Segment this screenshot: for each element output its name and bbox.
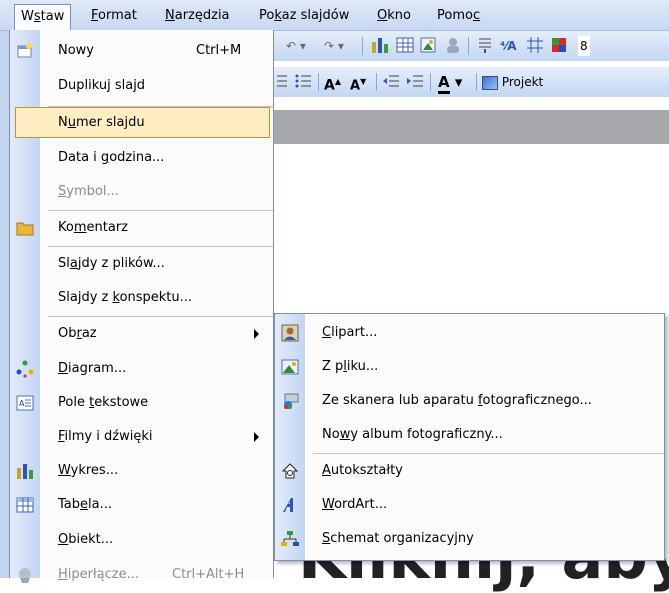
- menu-item-diagram[interactable]: Diagram...: [10, 352, 273, 386]
- submenu-item-schemat-organizacyjny[interactable]: Schemat organizacyjny: [275, 522, 664, 556]
- zoom-box[interactable]: 8: [578, 36, 590, 56]
- grid-icon[interactable]: [526, 36, 544, 56]
- menu-item-filmy-i-dzwieki[interactable]: Filmy i dźwięki: [10, 420, 273, 454]
- submenu-item-wordart[interactable]: WordArt...: [275, 488, 664, 522]
- font-color-icon[interactable]: A ▾: [438, 72, 462, 94]
- org-chart-icon: [281, 530, 299, 548]
- menu-item-data-i-godzina[interactable]: Data i godzina...: [10, 141, 273, 175]
- menu-item-duplikuj-slajd[interactable]: Duplikuj slajd: [10, 69, 273, 103]
- menu-pomoc[interactable]: Pomoc: [431, 6, 486, 26]
- color-grayscale-icon[interactable]: [550, 36, 568, 56]
- submenu-arrow-icon: [254, 432, 259, 442]
- menu-item-symbol: Symbol...: [58, 184, 119, 199]
- decrease-font-icon[interactable]: A▼: [350, 72, 366, 93]
- show-formatting-icon[interactable]: ⁴⁄A: [500, 36, 517, 56]
- expand-icon[interactable]: [476, 36, 494, 56]
- comment-icon: [16, 219, 34, 237]
- menu-item-obiekt[interactable]: Obiekt...: [10, 523, 273, 557]
- formatting-toolbar: A▲ A▼ A ▾ Projekt: [258, 67, 669, 97]
- menu-item-wykres[interactable]: Wykres...: [10, 454, 273, 488]
- scanner-icon: [281, 392, 299, 410]
- people-icon[interactable]: [444, 36, 462, 56]
- menu-item-obraz[interactable]: Obraz: [10, 317, 273, 351]
- submenu-item-nowy-album[interactable]: Nowy album fotograficzny...: [275, 418, 664, 452]
- autoshapes-icon: [281, 462, 299, 480]
- bullets-icon[interactable]: [294, 72, 312, 92]
- picture-from-file-icon: [281, 358, 299, 376]
- menu-item-nowy-slajd[interactable]: Nowy Ctrl+M: [10, 34, 273, 68]
- increase-font-icon[interactable]: A▲: [324, 72, 341, 94]
- new-slide-icon: [16, 42, 34, 60]
- menu-pokaz-slajdow[interactable]: Pokaz slajdów: [253, 6, 355, 26]
- table-icon: [16, 496, 34, 514]
- menu-item-pole-tekstowe[interactable]: A Pole tekstowe: [10, 386, 273, 420]
- menu-wstaw[interactable]: Wstaw: [14, 4, 72, 31]
- decrease-indent-icon[interactable]: [382, 72, 400, 92]
- menu-item-komentarz[interactable]: Komentarz: [10, 211, 273, 245]
- obraz-submenu: Clipart... Z pliku... Ze skanera lub apa…: [274, 313, 665, 561]
- menu-okno[interactable]: Okno: [371, 6, 417, 26]
- document-band: [258, 110, 669, 144]
- clipart-icon: [281, 324, 299, 342]
- wstaw-dropdown-menu: Nowy Ctrl+M Duplikuj slajd Numer slajdu …: [9, 30, 274, 583]
- menu-format[interactable]: Format: [85, 6, 143, 26]
- increase-indent-icon[interactable]: [406, 72, 424, 92]
- submenu-item-z-pliku[interactable]: Z pliku...: [275, 350, 664, 384]
- menu-narzedzia[interactable]: Narzędzia: [159, 6, 236, 26]
- hyperlink-icon: [16, 566, 34, 584]
- insert-table-icon[interactable]: [396, 36, 414, 56]
- submenu-item-ze-skanera[interactable]: Ze skanera lub aparatu fotograficznego..…: [275, 384, 664, 418]
- menu-item-slajdy-z-plikow[interactable]: Slajdy z plików...: [10, 247, 273, 281]
- menu-item-slajdy-z-konspektu[interactable]: Slajdy z konspektu...: [10, 281, 273, 315]
- svg-text:A: A: [19, 399, 25, 408]
- diagram-icon: [16, 360, 34, 378]
- text-box-icon: A: [16, 394, 34, 412]
- submenu-item-clipart[interactable]: Clipart...: [275, 316, 664, 350]
- chart-icon: [16, 462, 34, 480]
- insert-chart-icon[interactable]: [370, 36, 390, 56]
- redo-icon[interactable]: ↷ ▾: [324, 36, 344, 56]
- standard-toolbar: ↶ ▾ ↷ ▾ ⁴⁄A 8: [258, 31, 669, 61]
- submenu-arrow-icon: [254, 329, 259, 339]
- design-icon: [482, 75, 498, 90]
- insert-picture-icon[interactable]: [420, 36, 438, 56]
- design-button[interactable]: Projekt: [482, 72, 543, 92]
- menu-bar: Wstaw Format Narzędzia Pokaz slajdów Okn…: [0, 0, 669, 31]
- wordart-icon: [281, 496, 299, 514]
- menu-item-hiperlacze: Hiperłącze... Ctrl+Alt+H: [10, 558, 273, 592]
- submenu-item-autoksztalty[interactable]: Autokształty: [275, 454, 664, 488]
- undo-icon[interactable]: ↶ ▾: [286, 36, 306, 56]
- menu-item-numer-slajdu[interactable]: Numer slajdu: [15, 107, 270, 138]
- menu-item-tabela[interactable]: Tabela...: [10, 488, 273, 522]
